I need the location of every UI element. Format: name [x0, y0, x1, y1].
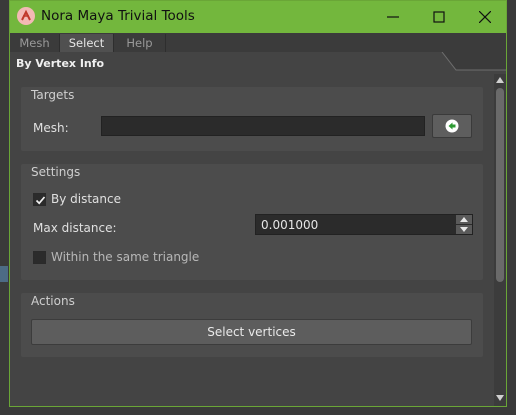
scroll-down-icon	[496, 395, 504, 401]
background-app-fragment	[0, 266, 8, 282]
spin-buttons	[456, 215, 472, 234]
targets-group: Targets Mesh:	[21, 87, 483, 151]
actions-group: Actions Select vertices	[21, 293, 483, 357]
pick-mesh-button[interactable]	[432, 114, 472, 138]
by-distance-label: By distance	[51, 192, 121, 206]
tool-window: Nora Maya Trivial Tools Mesh Select Help	[9, 0, 507, 407]
targets-group-title: Targets	[31, 88, 75, 102]
actions-group-title: Actions	[31, 294, 75, 308]
close-icon	[479, 11, 491, 23]
minimize-icon	[387, 16, 399, 18]
menu-item-select[interactable]: Select	[60, 34, 114, 52]
spin-down-button[interactable]	[456, 225, 472, 234]
menu-bar: Mesh Select Help	[10, 33, 506, 52]
minimize-button[interactable]	[370, 1, 416, 32]
max-distance-spinbox[interactable]: 0.001000	[255, 214, 473, 235]
max-distance-label: Max distance:	[33, 221, 117, 235]
settings-group: Settings By distance Max distance: 0.001…	[21, 164, 483, 280]
checkmark-icon	[35, 196, 46, 205]
close-button[interactable]	[462, 1, 508, 32]
tab-content: Targets Mesh: Settings By distance Max d…	[10, 74, 494, 406]
scroll-up-icon	[496, 77, 504, 83]
vertical-scrollbar[interactable]	[494, 74, 506, 406]
arrow-left-icon	[445, 119, 459, 133]
menu-item-mesh[interactable]: Mesh	[10, 34, 60, 52]
same-triangle-label: Within the same triangle	[51, 250, 200, 264]
tab-by-vertex-info[interactable]: By Vertex Info	[16, 57, 104, 70]
by-distance-checkbox[interactable]	[33, 193, 46, 206]
window-title: Nora Maya Trivial Tools	[41, 8, 195, 24]
maximize-icon	[433, 11, 445, 23]
settings-group-title: Settings	[31, 165, 81, 179]
scrollbar-thumb[interactable]	[496, 88, 504, 282]
app-logo-icon	[17, 7, 35, 25]
select-vertices-button[interactable]: Select vertices	[31, 319, 472, 345]
max-distance-value: 0.001000	[261, 218, 319, 232]
same-triangle-checkbox[interactable]	[33, 251, 46, 264]
chevron-up-icon	[460, 217, 468, 222]
spin-up-button[interactable]	[456, 215, 472, 224]
mesh-field[interactable]	[101, 116, 425, 136]
mesh-label: Mesh:	[33, 121, 69, 135]
maximize-button[interactable]	[416, 1, 462, 32]
title-bar[interactable]: Nora Maya Trivial Tools	[10, 1, 506, 33]
chevron-down-icon	[460, 227, 468, 232]
menu-item-help[interactable]: Help	[114, 34, 166, 52]
tab-strip: By Vertex Info	[10, 52, 506, 74]
scroll-down-button[interactable]	[494, 392, 506, 404]
scroll-up-button[interactable]	[494, 74, 506, 86]
